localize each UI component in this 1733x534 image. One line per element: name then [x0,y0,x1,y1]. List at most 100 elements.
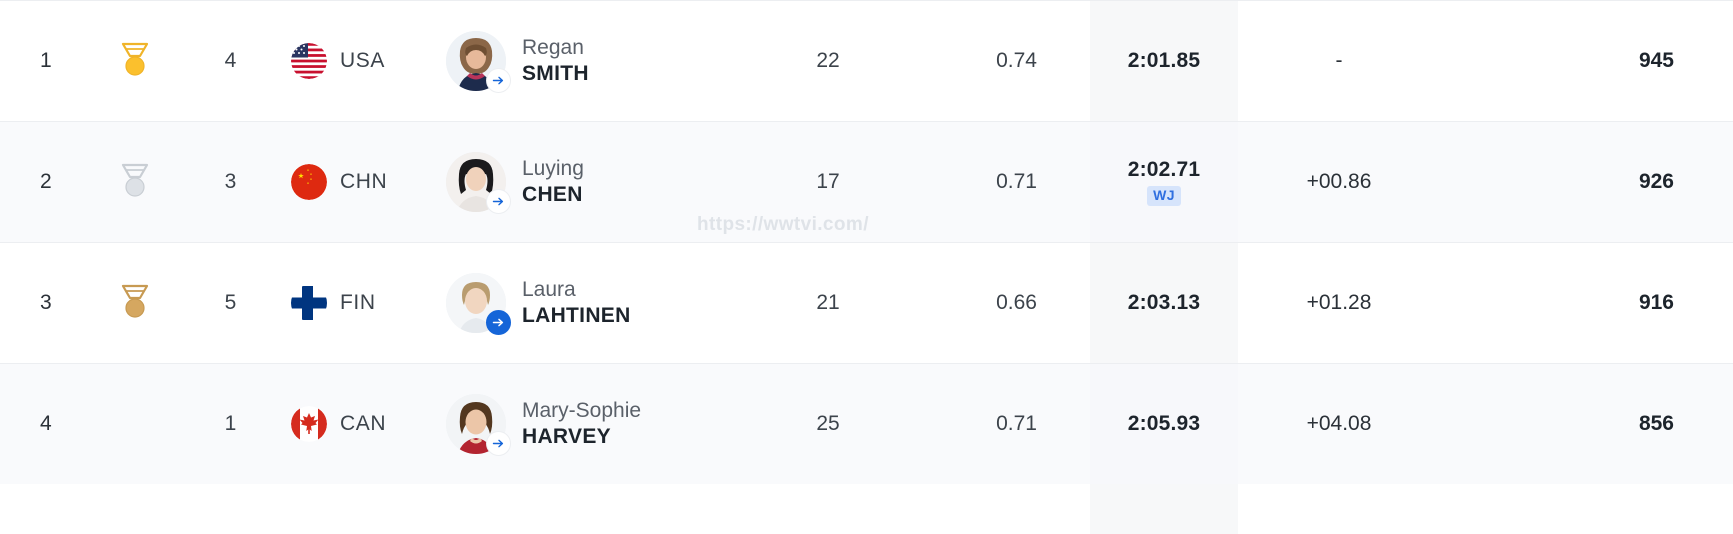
nation-code: USA [340,49,385,72]
nation-code: CHN [340,170,388,193]
record-badge: WJ [1147,186,1181,206]
lane-cell: 3 [178,170,283,194]
rank-cell: 1 [0,49,92,73]
gold-medal-icon [121,42,149,76]
athlete-last-name: SMITH [522,62,589,85]
time-value: 2:05.93 [1127,412,1201,435]
athlete-first-name: Luying [522,157,584,181]
nation-cell: USA [283,43,438,79]
medal-cell [92,283,178,323]
reaction-value: 0.71 [996,170,1037,193]
silver-medal-icon [121,163,149,197]
athlete-cell[interactable]: Luying CHEN [438,152,713,214]
athlete-link-icon[interactable] [486,68,511,93]
time-value: 2:03.13 [1127,291,1201,314]
athlete-cell[interactable]: Mary-Sophie HARVEY [438,394,713,456]
athlete-last-name: LAHTINEN [522,304,631,327]
time-value: 2:01.85 [1127,49,1201,72]
flag-chn-icon [291,164,327,200]
athlete-first-name: Regan [522,36,584,60]
results-table: 1 4 USA Regan SMITH 22 0.74 2:01.85 - 94… [0,0,1733,534]
difference-cell: +00.86 [1238,170,1440,194]
bronze-medal-icon [121,284,149,318]
lane-cell: 4 [178,49,283,73]
lane-value: 4 [224,49,237,72]
time-cell: 2:02.71 WJ [1090,158,1238,206]
flag-fin-icon [291,285,327,321]
athlete-cell[interactable]: Laura LAHTINEN [438,273,713,335]
rank-value: 1 [40,49,52,72]
reaction-value: 0.71 [996,412,1037,435]
table-row[interactable]: 4 1 CAN Mary-Sophie HARVEY 25 0.71 2:05.… [0,363,1733,484]
age-cell: 22 [713,49,943,73]
athlete-name: Regan SMITH [522,35,589,86]
time-cell: 2:01.85 [1090,49,1238,73]
age-value: 25 [816,412,840,435]
nation-cell: FIN [283,285,438,321]
rank-value: 2 [40,170,52,193]
lane-cell: 1 [178,412,283,436]
lane-value: 1 [224,412,237,435]
avatar [446,394,511,456]
difference-cell: - [1238,49,1440,73]
points-value: 945 [1638,49,1674,72]
avatar [446,273,511,335]
flag-usa-icon [291,43,327,79]
lane-cell: 5 [178,291,283,315]
nation-code: CAN [340,412,387,435]
age-cell: 21 [713,291,943,315]
table-row[interactable]: 3 5 FIN Laura LAHTINEN 21 0.66 2:03.13 +… [0,242,1733,363]
rank-cell: 2 [0,170,92,194]
athlete-name: Mary-Sophie HARVEY [522,398,641,449]
athlete-link-icon[interactable] [486,310,511,335]
points-cell: 916 [1440,291,1710,315]
lane-value: 5 [224,291,237,314]
athlete-cell[interactable]: Regan SMITH [438,31,713,93]
points-value: 856 [1638,412,1674,435]
flag-can-icon [291,406,327,442]
reaction-value: 0.66 [996,291,1037,314]
points-cell: 856 [1440,412,1710,436]
athlete-name: Laura LAHTINEN [522,277,631,328]
nation-code: FIN [340,291,376,314]
avatar [446,152,511,214]
reaction-cell: 0.71 [943,412,1090,436]
difference-value: +04.08 [1306,412,1372,435]
reaction-cell: 0.74 [943,49,1090,73]
athlete-first-name: Mary-Sophie [522,399,642,423]
reaction-value: 0.74 [996,49,1037,72]
age-cell: 17 [713,170,943,194]
athlete-last-name: HARVEY [522,425,611,448]
rank-value: 4 [40,412,52,435]
time-cell: 2:05.93 [1090,412,1238,436]
nation-cell: CHN [283,164,438,200]
difference-cell: +01.28 [1238,291,1440,315]
age-value: 22 [816,49,840,72]
nation-cell: CAN [283,406,438,442]
difference-cell: +04.08 [1238,412,1440,436]
athlete-link-icon[interactable] [486,189,511,214]
athlete-last-name: CHEN [522,183,583,206]
athlete-first-name: Laura [522,278,576,302]
medal-cell [92,162,178,202]
points-cell: 945 [1440,49,1710,73]
athlete-name: Luying CHEN [522,156,584,207]
medal-cell [92,41,178,81]
age-value: 17 [816,170,840,193]
rank-cell: 4 [0,412,92,436]
points-value: 926 [1638,170,1674,193]
difference-value: +00.86 [1306,170,1372,193]
time-cell: 2:03.13 [1090,291,1238,315]
avatar [446,31,511,93]
reaction-cell: 0.71 [943,170,1090,194]
table-row[interactable]: 1 4 USA Regan SMITH 22 0.74 2:01.85 - 94… [0,0,1733,121]
points-value: 916 [1638,291,1674,314]
lane-value: 3 [224,170,237,193]
points-cell: 926 [1440,170,1710,194]
age-cell: 25 [713,412,943,436]
reaction-cell: 0.66 [943,291,1090,315]
athlete-link-icon[interactable] [486,431,511,456]
time-value: 2:02.71 [1127,158,1201,182]
difference-value: - [1335,49,1343,72]
table-row[interactable]: 2 3 CHN Luying CHEN 17 0.71 2:02.71 WJ +… [0,121,1733,242]
